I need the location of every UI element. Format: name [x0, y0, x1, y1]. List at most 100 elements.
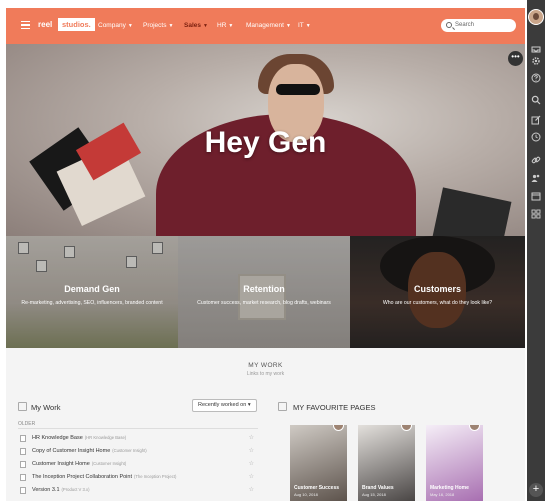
- sunglasses-image: [276, 84, 320, 95]
- tile-title: Demand Gen: [64, 284, 120, 294]
- section-heading: MY WORK: [248, 362, 283, 369]
- star-icon[interactable]: ☆: [249, 460, 254, 467]
- page-icon: [20, 474, 26, 481]
- nav-item-label: IT: [298, 22, 304, 29]
- list-item[interactable]: Customer Insight Home (Customer Insight) …: [18, 459, 258, 472]
- apps-icon[interactable]: [531, 209, 541, 219]
- page-name: Copy of Customer Insight Home: [32, 448, 111, 454]
- nav-item-hr[interactable]: HR ▼: [217, 22, 233, 29]
- favourite-card[interactable]: Marketing Home May 16, 2018: [426, 425, 483, 501]
- list-item[interactable]: Copy of Customer Insight Home (Customer I…: [18, 446, 258, 459]
- search-input[interactable]: Search: [441, 19, 516, 32]
- hero-banner: Hey Gen: [6, 44, 525, 236]
- nav-item-label: Management: [246, 22, 284, 29]
- tile-retention[interactable]: Retention Customer success, market resea…: [178, 236, 350, 348]
- nav-item-management[interactable]: Management ▼: [246, 22, 291, 29]
- avatar: [469, 425, 480, 431]
- favourite-card[interactable]: Brand Values Aug 15, 2018: [358, 425, 415, 501]
- chevron-down-icon: ▼: [168, 23, 174, 29]
- page-space: (HR Knowledge Base): [84, 435, 127, 440]
- star-icon[interactable]: ☆: [249, 486, 254, 493]
- page-space: (Customer Insight): [91, 461, 127, 466]
- list-item-label: Customer Insight Home (Customer Insight): [32, 461, 126, 467]
- panel-title: MY FAVOURITE PAGES: [293, 403, 376, 412]
- list-item-label: The Inception Project Collaboration Poin…: [32, 474, 176, 480]
- list-item[interactable]: The Inception Project Collaboration Poin…: [18, 472, 258, 485]
- page-icon: [20, 487, 26, 494]
- card-date: May 16, 2018: [430, 492, 455, 497]
- nav-item-sales[interactable]: Sales ▼: [184, 22, 208, 29]
- list-item[interactable]: HR Knowledge Base (HR Knowledge Base) ☆: [18, 433, 258, 446]
- people-icon[interactable]: [531, 173, 541, 183]
- page-space: (The Inception Project): [133, 474, 177, 479]
- nav-item-label: Sales: [184, 22, 201, 29]
- tile-customers[interactable]: Customers Who are our customers, what do…: [350, 236, 525, 348]
- logo[interactable]: studios.: [58, 18, 95, 31]
- page-icon: [20, 435, 26, 442]
- chevron-down-icon: ▼: [305, 23, 311, 29]
- section-subheading: Links to my work: [246, 371, 285, 377]
- tile-title: Customers: [413, 284, 461, 294]
- card-title: Marketing Home: [430, 485, 469, 491]
- list-item[interactable]: Version 3.1 (Product V 3.x) ☆: [18, 485, 258, 498]
- page-name: HR Knowledge Base: [32, 435, 83, 441]
- list-item-label: HR Knowledge Base (HR Knowledge Base): [32, 435, 126, 441]
- edit-icon[interactable]: [531, 115, 541, 125]
- star-icon[interactable]: ☆: [249, 473, 254, 480]
- my-work-section: MY WORK Links to my work My Work Recentl…: [6, 348, 525, 501]
- page-name: Customer Insight Home: [32, 461, 90, 467]
- search-icon[interactable]: [531, 95, 541, 105]
- card-date: Aug 10, 2018: [294, 492, 318, 497]
- hero-title: Hey Gen: [204, 126, 327, 159]
- panel-title: My Work: [31, 403, 61, 412]
- chevron-down-icon: ▼: [285, 23, 291, 29]
- star-icon[interactable]: ☆: [249, 434, 254, 441]
- chevron-down-icon: ▼: [127, 23, 133, 29]
- nav-item-projects[interactable]: Projects ▼: [143, 22, 173, 29]
- page-space: (Customer Insight): [112, 448, 147, 453]
- avatar: [401, 425, 412, 431]
- edit-icon: [18, 402, 27, 411]
- link-icon[interactable]: [531, 155, 541, 165]
- page-name: The Inception Project Collaboration Poin…: [32, 474, 132, 480]
- page-name: Version 3.1: [32, 487, 60, 493]
- chevron-down-icon: ▾: [247, 402, 251, 408]
- tile-title: Retention: [243, 284, 285, 294]
- tile-demand-gen[interactable]: Demand Gen Re-marketing, advertising, SE…: [6, 236, 178, 348]
- list-item-label: Copy of Customer Insight Home (Customer I…: [32, 448, 147, 454]
- tile-description: Re-marketing, advertising, SEO, influenc…: [21, 300, 163, 306]
- nav-item-label: HR: [217, 22, 227, 29]
- nav-item-company[interactable]: Company ▼: [98, 22, 133, 29]
- top-navigation: reel studios. Company ▼ Projects ▼ Sales ▼ …: [6, 8, 525, 44]
- tile-description: Customer success, market research, blog …: [197, 300, 331, 306]
- list-item-label: Version 3.1 (Product V 3.x): [32, 487, 89, 493]
- page-icon: [20, 461, 26, 468]
- divider: [18, 428, 258, 429]
- page-icon: [20, 448, 26, 455]
- card-date: Aug 15, 2018: [362, 492, 386, 497]
- favourite-card[interactable]: Customer Success Aug 10, 2018: [290, 425, 347, 501]
- star-icon[interactable]: ☆: [249, 447, 254, 454]
- shopping-bag-image: [430, 187, 512, 236]
- avatar[interactable]: [528, 9, 544, 25]
- sort-dropdown[interactable]: Recently worked on ▾: [192, 399, 257, 412]
- search-icon: [446, 22, 452, 28]
- chevron-down-icon: ▼: [203, 23, 208, 29]
- nav-item-label: Projects: [143, 22, 167, 29]
- gear-icon[interactable]: [531, 56, 541, 66]
- avatar: [333, 425, 344, 431]
- right-sidebar: +: [527, 0, 545, 501]
- group-label: OLDER: [18, 421, 36, 427]
- logo-prefix: reel: [38, 20, 53, 29]
- more-options-button[interactable]: •••: [508, 51, 523, 66]
- inbox-icon[interactable]: [531, 44, 541, 54]
- plus-icon[interactable]: +: [529, 483, 543, 497]
- favourite-icon: [278, 402, 287, 411]
- search-placeholder: Search: [455, 22, 475, 28]
- card-title: Brand Values: [362, 485, 394, 491]
- nav-item-it[interactable]: IT ▼: [298, 22, 311, 29]
- help-icon[interactable]: [531, 73, 541, 83]
- calendar-icon[interactable]: [531, 191, 541, 201]
- menu-icon[interactable]: [21, 21, 30, 29]
- clock-icon[interactable]: [531, 132, 541, 142]
